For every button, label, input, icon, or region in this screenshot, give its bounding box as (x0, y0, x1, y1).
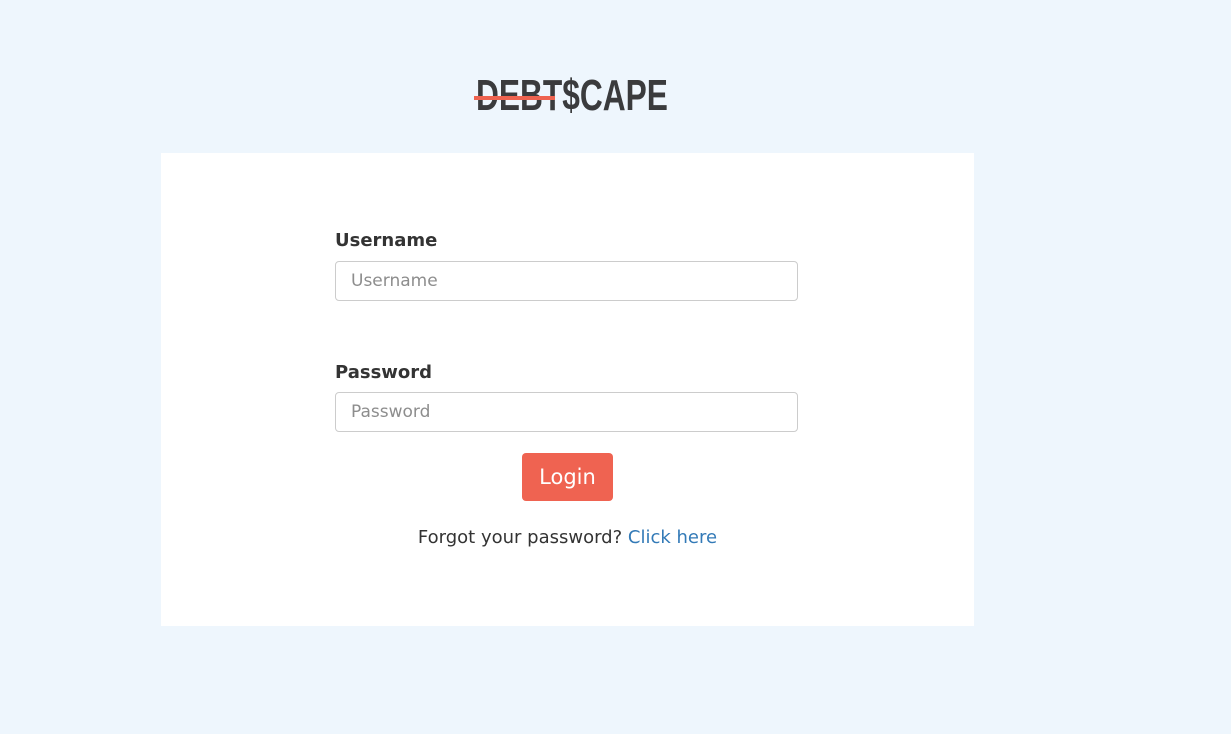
login-card: Username Password Login Forgot your pass… (161, 153, 974, 626)
logo-text-scape: $CAPE (562, 71, 668, 120)
password-input[interactable] (335, 392, 798, 432)
login-button[interactable]: Login (522, 453, 613, 501)
username-input[interactable] (335, 261, 798, 301)
forgot-password-link[interactable]: Click here (628, 527, 717, 548)
forgot-password-prompt: Forgot your password? (417, 527, 623, 548)
username-label: Username (335, 230, 438, 251)
debtscape-logo: DEBT$CAPE (473, 70, 668, 126)
forgot-password-text: Forgot your password? Click here (161, 527, 974, 548)
password-label: Password (335, 362, 433, 383)
logo-strikethrough (474, 96, 555, 100)
